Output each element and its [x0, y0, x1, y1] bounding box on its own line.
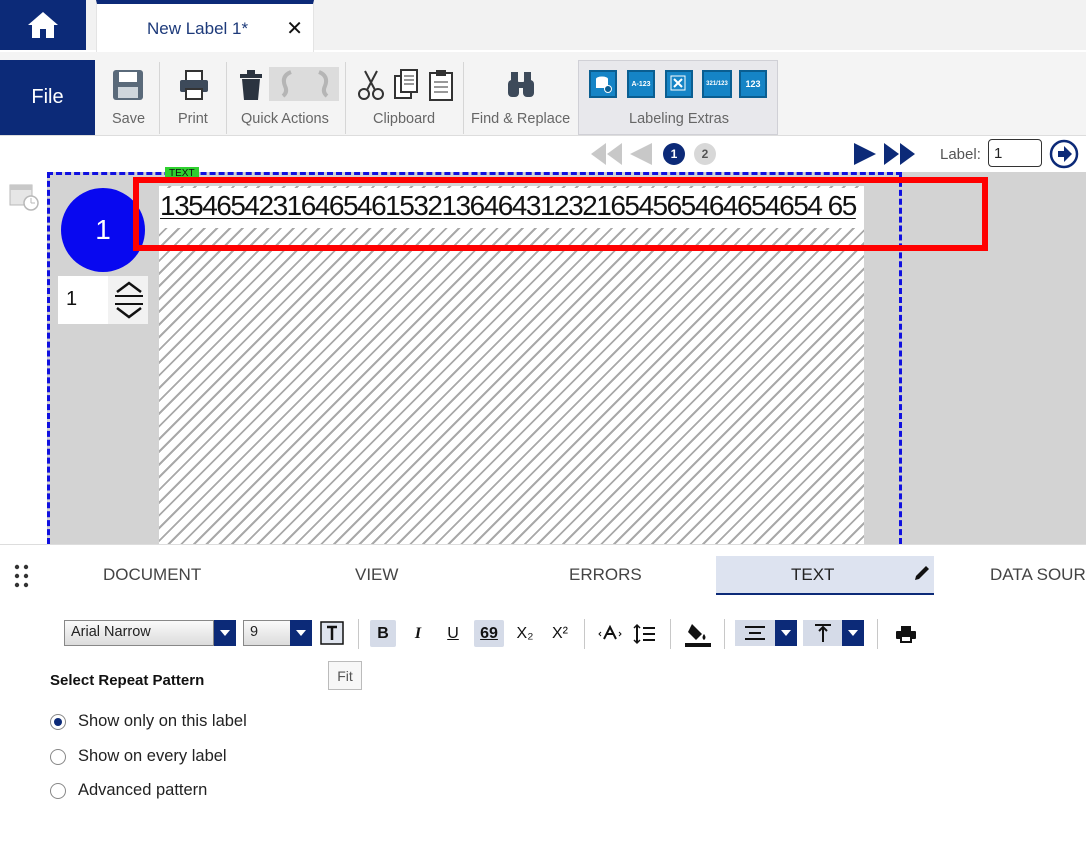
label-number-input[interactable]	[988, 139, 1042, 167]
chevron-up-icon[interactable]	[113, 280, 145, 298]
toolbar-separator	[358, 619, 359, 649]
align-vertical-dropdown-icon[interactable]	[842, 620, 864, 646]
print-label: Print	[178, 111, 208, 127]
repeat-option-every-label[interactable]: Show on every label	[50, 747, 227, 766]
pager-bar	[0, 136, 1086, 172]
sequence-icon[interactable]: A-123	[627, 70, 655, 98]
drag-grip-icon[interactable]	[14, 564, 30, 588]
label-boundary	[47, 172, 50, 544]
label-caption: Label:	[940, 146, 981, 163]
font-family-select[interactable]: Arial Narrow	[64, 620, 214, 646]
align-horizontal-button[interactable]	[735, 620, 775, 646]
ribbon-separator	[345, 62, 346, 134]
last-page-icon[interactable]	[883, 143, 917, 165]
close-tab-button[interactable]: ✕	[286, 16, 303, 41]
paste-icon[interactable]	[428, 68, 454, 102]
font-size-select[interactable]: 9	[243, 620, 291, 646]
redo-icon[interactable]	[309, 68, 335, 100]
toolbar-separator	[584, 619, 585, 649]
save-icon[interactable]	[111, 68, 145, 102]
subscript-button[interactable]: X₂	[512, 620, 538, 647]
file-menu-button[interactable]: File	[0, 60, 95, 135]
radio-button-selected[interactable]	[50, 713, 66, 730]
tab-data-sources[interactable]: DATA SOURC	[990, 565, 1086, 585]
print-icon[interactable]	[178, 68, 210, 102]
repeat-option-label: Advanced pattern	[78, 781, 208, 799]
undo-icon[interactable]	[275, 68, 301, 100]
page-1-button[interactable]: 1	[663, 143, 685, 165]
quick-actions-label: Quick Actions	[241, 111, 329, 127]
toolbar-separator	[877, 619, 878, 649]
page-2-button[interactable]: 2	[694, 143, 716, 165]
copies-value: 1	[66, 288, 78, 310]
tab-view[interactable]: VIEW	[355, 565, 398, 585]
repeat-pattern-title: Select Repeat Pattern	[50, 672, 205, 689]
tab-text[interactable]: TEXT	[791, 565, 834, 585]
print-settings-icon[interactable]	[894, 622, 918, 646]
tab-document[interactable]: DOCUMENT	[103, 565, 201, 585]
home-button[interactable]	[0, 0, 86, 50]
calendar-clock-icon[interactable]	[8, 180, 40, 212]
document-tab-title: New Label 1*	[147, 19, 249, 38]
selection-highlight	[133, 177, 988, 251]
copies-stepper[interactable]: 1	[58, 276, 148, 324]
binoculars-icon[interactable]	[505, 68, 537, 100]
radio-button[interactable]	[50, 748, 66, 765]
next-page-icon[interactable]	[852, 143, 878, 165]
scissors-icon[interactable]	[357, 68, 385, 102]
repeat-option-advanced[interactable]: Advanced pattern	[50, 781, 207, 800]
tab-errors[interactable]: ERRORS	[569, 565, 642, 585]
fit-tooltip: Fit	[328, 661, 362, 690]
line-spacing-icon[interactable]	[633, 623, 657, 645]
fit-text-icon[interactable]	[319, 620, 345, 646]
repeat-option-label: Show only on this label	[78, 712, 247, 730]
font-family-dropdown-icon[interactable]	[214, 620, 236, 646]
number-icon[interactable]: 123	[739, 70, 767, 98]
trash-icon[interactable]	[237, 68, 265, 102]
delete-glyph	[670, 75, 686, 91]
document-tab[interactable]: New Label 1* ✕	[96, 0, 314, 52]
repeat-option-label: Show on every label	[78, 747, 227, 765]
ribbon-separator	[463, 62, 464, 134]
superscript-button[interactable]: X²	[547, 620, 573, 647]
toolbar-separator	[724, 619, 725, 649]
go-to-label-icon[interactable]	[1049, 139, 1079, 169]
pencil-icon[interactable]	[912, 563, 932, 583]
ribbon-separator	[226, 62, 227, 134]
reverse-sequence-icon[interactable]: 321/123	[702, 70, 732, 98]
character-spacing-icon[interactable]	[598, 623, 622, 645]
font-size-dropdown-icon[interactable]	[290, 620, 312, 646]
align-vertical-button[interactable]	[803, 620, 843, 646]
repeat-option-only-this-label[interactable]: Show only on this label	[50, 712, 247, 731]
radio-button[interactable]	[50, 782, 66, 799]
italic-button[interactable]: I	[405, 620, 431, 647]
align-center-icon	[745, 626, 765, 640]
sixty-nine-underline-button[interactable]: 69	[474, 620, 504, 647]
database-glyph	[596, 76, 612, 93]
clear-sequence-icon[interactable]	[665, 70, 693, 98]
toolbar-separator	[670, 619, 671, 649]
align-top-icon	[815, 624, 831, 642]
fill-color-icon[interactable]	[684, 620, 712, 648]
database-icon[interactable]	[589, 70, 617, 98]
left-rail	[0, 172, 48, 544]
bold-button[interactable]: B	[370, 620, 396, 647]
previous-page-icon[interactable]	[628, 143, 654, 165]
ribbon-separator	[159, 62, 160, 134]
first-page-icon[interactable]	[590, 143, 624, 165]
save-label: Save	[112, 111, 146, 127]
underline-button[interactable]: U	[440, 620, 466, 647]
chevron-down-icon[interactable]	[113, 302, 145, 320]
find-replace-label: Find & Replace	[471, 111, 571, 127]
clipboard-label: Clipboard	[373, 111, 436, 127]
labeling-extras-label: Labeling Extras	[629, 111, 729, 127]
home-icon	[28, 12, 58, 38]
copy-icon[interactable]	[392, 68, 420, 102]
align-horizontal-dropdown-icon[interactable]	[775, 620, 797, 646]
